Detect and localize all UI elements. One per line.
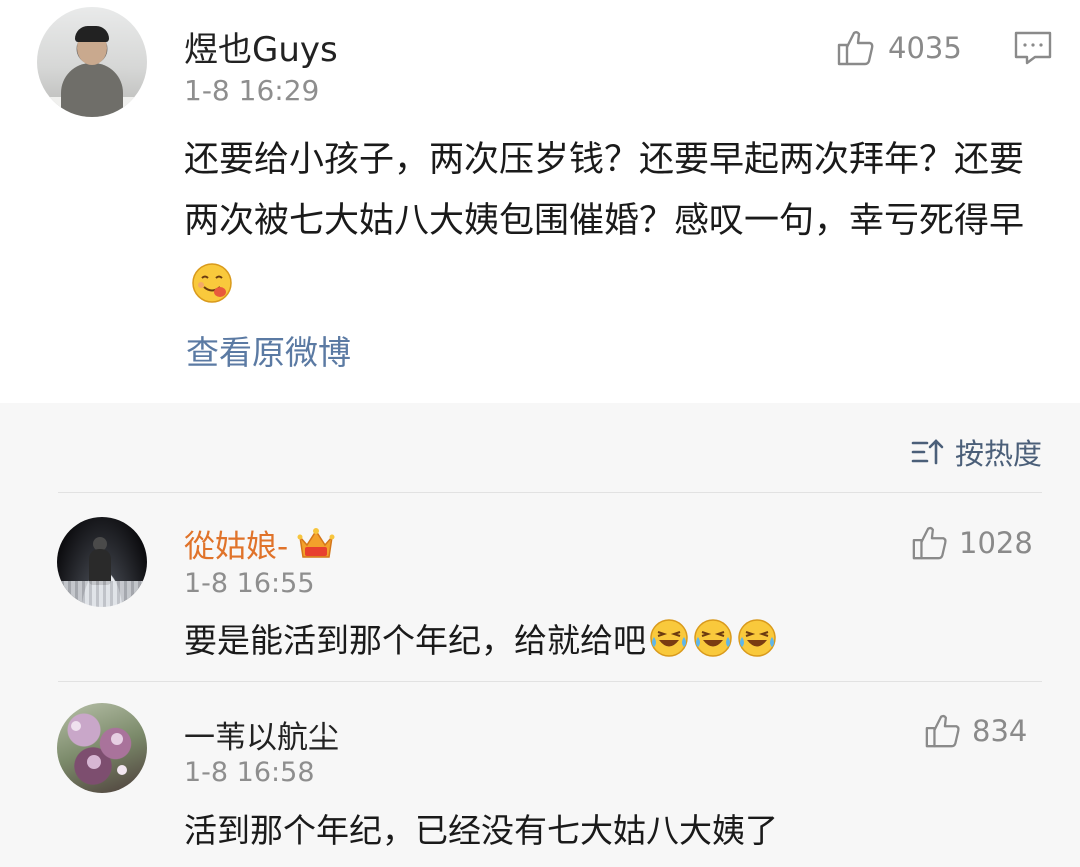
post-author-name[interactable]: 煜也Guys	[184, 22, 338, 71]
comment-timestamp: 1-8 16:58	[184, 757, 315, 788]
sort-by-hot-button[interactable]: 按热度	[911, 431, 1042, 473]
commenter-avatar[interactable]	[57, 517, 147, 607]
laugh-cry-emoji	[738, 619, 776, 657]
comment-timestamp: 1-8 16:55	[184, 568, 315, 599]
post-like-button[interactable]: 4035	[836, 28, 962, 68]
comment-icon[interactable]	[1013, 30, 1053, 66]
thumbs-up-icon	[925, 714, 960, 748]
thumbs-up-icon	[912, 526, 947, 560]
view-original-link[interactable]: 查看原微博	[186, 326, 351, 374]
sort-label: 按热度	[954, 437, 1042, 471]
comment-text: 要是能活到那个年纪，给就给吧	[184, 614, 778, 662]
comment-item: 一苇以航尘 1-8 16:58 834 活到那个年纪，已经没有七大姑八大姨了	[0, 682, 1080, 867]
post-content: 还要给小孩子，两次压岁钱？还要早起两次拜年？还要两次被七大姑八大姨包围催婚？感叹…	[184, 130, 1054, 313]
comment-text-body: 要是能活到那个年纪，给就给吧	[184, 621, 646, 660]
laugh-cry-emoji	[694, 619, 732, 657]
comment-like-count: 834	[972, 714, 1028, 748]
post-timestamp: 1-8 16:29	[184, 74, 320, 107]
laugh-cry-emoji	[650, 619, 688, 657]
comments-sort-bar: 按热度	[0, 403, 1080, 493]
crown-member-icon[interactable]	[296, 525, 336, 563]
comment-item: 從姑娘- 1-8 16:55 1028 要是能活到那个年纪，给就给吧	[0, 493, 1080, 681]
post-text: 还要给小孩子，两次压岁钱？还要早起两次拜年？还要两次被七大姑八大姨包围催婚？感叹…	[184, 140, 1025, 241]
sort-icon	[911, 439, 944, 465]
commenter-name[interactable]: 從姑娘-	[184, 521, 336, 566]
commenter-name[interactable]: 一苇以航尘	[184, 712, 339, 757]
comment-like-button[interactable]: 834	[924, 712, 1027, 750]
commenter-name-text: 從姑娘-	[184, 529, 289, 565]
main-post: 煜也Guys 1-8 16:29 4035 还要给小孩子，两次压岁钱？还要早起两…	[0, 0, 1080, 403]
thumbs-up-icon	[837, 31, 874, 66]
comment-like-button[interactable]: 1028	[911, 524, 1033, 562]
comment-like-count: 1028	[959, 526, 1033, 560]
post-author-avatar[interactable]	[37, 7, 147, 117]
post-like-count: 4035	[888, 31, 962, 65]
commenter-avatar[interactable]	[57, 703, 147, 793]
comment-text: 活到那个年纪，已经没有七大姑八大姨了	[184, 811, 778, 850]
yummy-face-emoji	[192, 263, 232, 303]
